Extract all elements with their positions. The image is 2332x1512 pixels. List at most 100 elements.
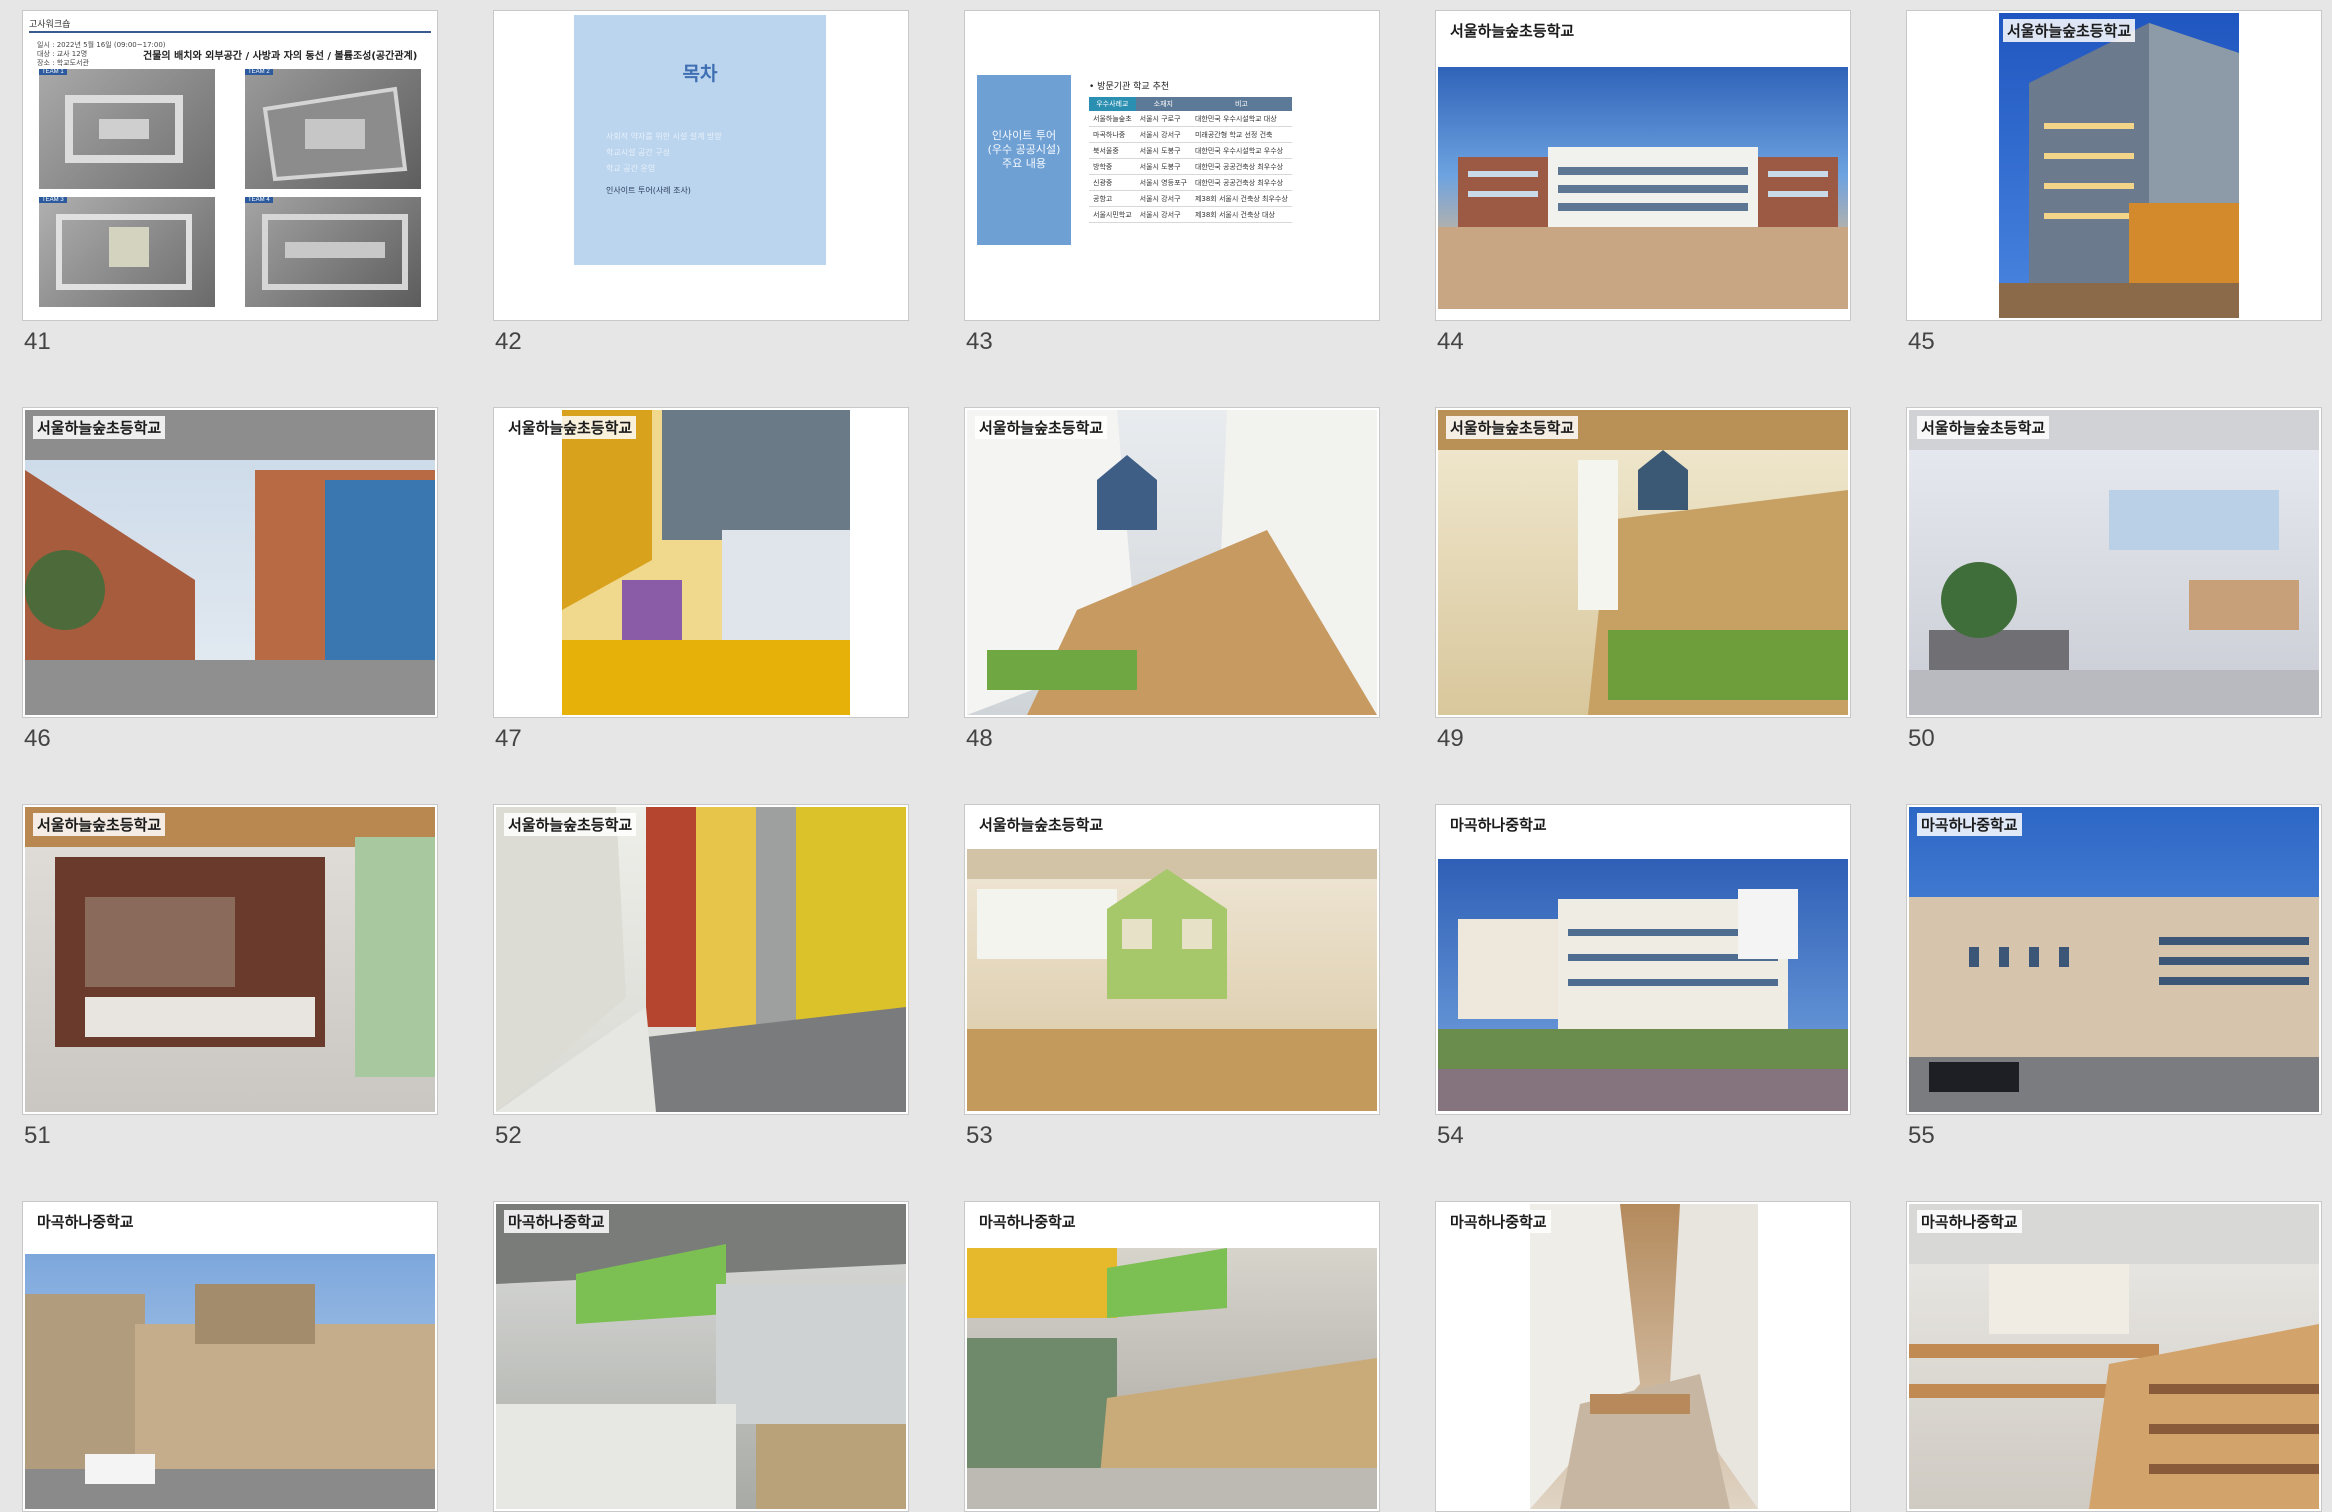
table-row: 공항고 서울시 강서구 제38회 서울시 건축상 최우수상 <box>1089 190 1292 207</box>
slide-thumbnail[interactable]: 마곡하나중학교 <box>493 1201 909 1512</box>
slide-header: 고사워크숍 <box>29 20 71 30</box>
school-photo <box>1909 807 2319 1112</box>
table-row: 방학중 서울시 도봉구 대한민국 공공건축상 최우수상 <box>1089 158 1292 175</box>
school-photo <box>496 807 906 1112</box>
school-photo <box>1909 410 2319 715</box>
table-row: 마곡하나중 서울시 강서구 미래공간형 학교 선정 건축 <box>1089 126 1292 143</box>
model-photo <box>245 197 421 307</box>
school-photo <box>1909 1204 2319 1509</box>
table-cell: 서울시 강서구 <box>1135 126 1191 143</box>
table-cell: 대한민국 공공건축상 최우수상 <box>1190 174 1292 191</box>
school-photo <box>1438 859 1848 1111</box>
slide-thumbnail[interactable]: 서울하늘숲초등학교 <box>1435 407 1851 718</box>
table-cell: 북서울중 <box>1089 142 1136 159</box>
table-cell: 대한민국 우수시설학교 우수상 <box>1190 142 1292 159</box>
toc-item: 학교시설 공간 구성 <box>606 148 670 157</box>
column-header: 우수사례교 <box>1089 97 1136 111</box>
school-photo <box>25 1254 435 1509</box>
team-label: TEAM 4 <box>245 197 273 203</box>
table-row: 서울하늘숲초 서울시 구로구 대한민국 우수시설학교 대상 <box>1089 111 1292 127</box>
slide-thumbnail[interactable]: 서울하늘숲초등학교 <box>964 804 1380 1115</box>
school-photo <box>967 849 1377 1111</box>
toc-panel: 목차 사회적 약자를 위한 시설 설계 방향 학교시설 공간 구성 학교 공간 … <box>574 15 826 265</box>
slide-number: 43 <box>966 328 993 355</box>
table-cell: 제38회 서울시 건축상 최우수상 <box>1190 190 1292 207</box>
table-heading: • 방문기관 학교 추천 <box>1089 82 1170 92</box>
table-row: 신광중 서울시 영등포구 대한민국 공공건축상 최우수상 <box>1089 174 1292 191</box>
slide-thumbnail[interactable]: 마곡하나중학교 <box>964 1201 1380 1512</box>
slide-number: 50 <box>1908 725 1935 752</box>
table-cell: 방학중 <box>1089 158 1136 175</box>
table-cell: 서울시 강서구 <box>1135 206 1191 223</box>
slide-label: 서울하늘숲초등학교 <box>1446 19 1579 42</box>
school-photo <box>1438 410 1848 715</box>
table-row: 서울시민학교 서울시 강서구 제38회 서울시 건축상 대상 <box>1089 206 1292 223</box>
slide-label: 서울하늘숲초등학교 <box>975 813 1108 836</box>
table-cell: 마곡하나중 <box>1089 126 1136 143</box>
slide-label: 마곡하나중학교 <box>1917 1210 2022 1233</box>
slide-number: 44 <box>1437 328 1464 355</box>
slide-thumbnail[interactable]: 서울하늘숲초등학교 <box>964 407 1380 718</box>
slide-thumbnail[interactable]: 서울하늘숲초등학교 <box>22 407 438 718</box>
school-photo <box>967 410 1377 715</box>
table-cell: 서울시 구로구 <box>1135 111 1191 127</box>
model-photo <box>39 197 215 307</box>
slide-thumbnail[interactable]: 마곡하나중학교 <box>1906 1201 2322 1512</box>
table-header-row: 우수사례교 소재지 비고 <box>1089 97 1292 111</box>
table-cell: 서울시 영등포구 <box>1135 174 1191 191</box>
slide-thumbnail[interactable]: 서울하늘숲초등학교 <box>1906 10 2322 321</box>
school-photo <box>1438 67 1848 309</box>
table-cell: 서울시민학교 <box>1089 206 1136 223</box>
school-photo <box>25 410 435 715</box>
slide-label: 서울하늘숲초등학교 <box>33 416 166 439</box>
team-label: TEAM 2 <box>245 69 273 75</box>
header-divider <box>29 31 431 33</box>
table-cell: 서울시 도봉구 <box>1135 142 1191 159</box>
slide-thumbnail[interactable]: 서울하늘숲초등학교 <box>493 804 909 1115</box>
slide-title: 건물의 배치와 외부공간 / 사방과 자의 동선 / 볼륨조성(공간관계) <box>143 51 418 62</box>
slide-label: 마곡하나중학교 <box>1917 813 2022 836</box>
toc-item: 학교 공간 운영 <box>606 164 656 173</box>
slide-thumbnail[interactable]: 마곡하나중학교 <box>1435 804 1851 1115</box>
slide-thumbnail[interactable]: 서울하늘숲초등학교 <box>22 804 438 1115</box>
column-header: 소재지 <box>1135 97 1191 111</box>
school-photo <box>25 807 435 1112</box>
model-photo <box>245 69 421 189</box>
slide-number: 55 <box>1908 1122 1935 1149</box>
slide-label: 서울하늘숲초등학교 <box>2003 19 2136 42</box>
slide-number: 54 <box>1437 1122 1464 1149</box>
model-photo <box>39 69 215 189</box>
slide-number: 47 <box>495 725 522 752</box>
toc-heading: 목차 <box>682 63 718 85</box>
table-cell: 미래공간형 학교 선정 건축 <box>1190 126 1292 143</box>
slide-label: 서울하늘숲초등학교 <box>504 416 637 439</box>
table-cell: 대한민국 우수시설학교 대상 <box>1190 111 1292 127</box>
slide-thumbnail[interactable]: 마곡하나중학교 <box>1435 1201 1851 1512</box>
table-cell: 서울시 도봉구 <box>1135 158 1191 175</box>
school-photo <box>496 1204 906 1509</box>
slide-number: 49 <box>1437 725 1464 752</box>
school-photo <box>967 1248 1377 1509</box>
team-label: TEAM 3 <box>39 197 67 203</box>
slide-thumbnail[interactable]: 서울하늘숲초등학교 <box>493 407 909 718</box>
slide-label: 마곡하나중학교 <box>975 1210 1080 1233</box>
slide-thumbnail[interactable]: 서울하늘숲초등학교 <box>1906 407 2322 718</box>
slide-label: 서울하늘숲초등학교 <box>33 813 166 836</box>
slide-thumbnail[interactable]: 마곡하나중학교 <box>22 1201 438 1512</box>
slide-thumbnail[interactable]: 서울하늘숲초등학교 <box>1435 10 1851 321</box>
table-cell: 신광중 <box>1089 174 1136 191</box>
table-cell: 공항고 <box>1089 190 1136 207</box>
slide-thumbnail[interactable]: 마곡하나중학교 <box>1906 804 2322 1115</box>
school-photo <box>1999 13 2239 318</box>
slide-thumbnail[interactable]: 고사워크숍 일시 : 2022년 5월 16일 (09:00~17:00) 대상… <box>22 10 438 321</box>
table-cell: 서울하늘숲초 <box>1089 111 1136 127</box>
slide-label: 마곡하나중학교 <box>33 1210 138 1233</box>
slide-thumbnail[interactable]: 목차 사회적 약자를 위한 시설 설계 방향 학교시설 공간 구성 학교 공간 … <box>493 10 909 321</box>
section-card: 인사이트 투어 (우수 공공시설) 주요 내용 <box>977 75 1071 245</box>
slide-thumbnail[interactable]: 인사이트 투어 (우수 공공시설) 주요 내용 • 방문기관 학교 추천 우수사… <box>964 10 1380 321</box>
table-cell: 제38회 서울시 건축상 대상 <box>1190 206 1292 223</box>
slide-label: 서울하늘숲초등학교 <box>975 416 1108 439</box>
team-label: TEAM 1 <box>39 69 67 75</box>
column-header: 비고 <box>1190 97 1292 111</box>
school-photo <box>1530 1204 1758 1509</box>
